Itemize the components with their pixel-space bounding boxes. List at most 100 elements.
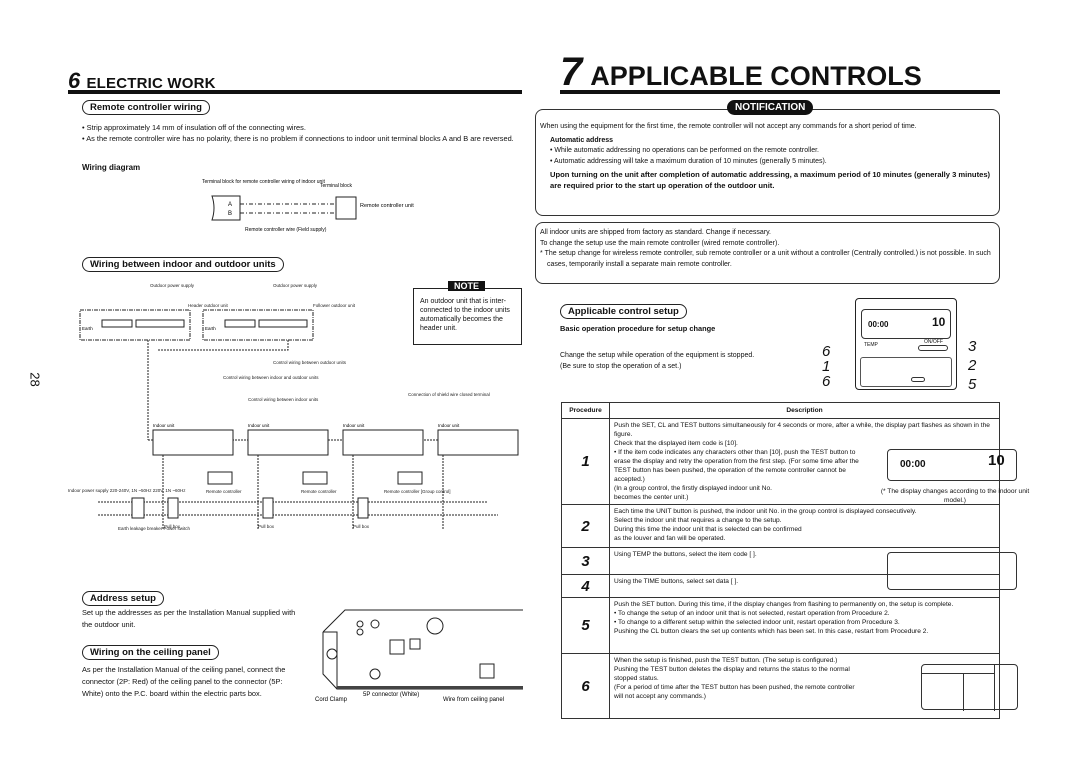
label-follower-unit: Follower outdoor unit (313, 303, 356, 308)
header-outdoor-unit (79, 309, 191, 341)
callout: 2 (968, 357, 977, 374)
callout: 6 (822, 343, 831, 360)
lcd-figure-1: 00:00 10 (887, 449, 1017, 481)
label-indoor-unit: Indoor unit (153, 423, 175, 428)
bullet: • While automatic addressing no operatio… (550, 147, 819, 154)
desc-line: • If the item code indicates any charact… (614, 449, 859, 483)
callout: 6 (822, 373, 831, 390)
indoor-terminal-block (211, 195, 241, 221)
label-pull-box: Pull box (258, 524, 275, 529)
description: Push the SET, CL and TEST buttons simult… (609, 418, 1029, 505)
onoff-label: ON/OFF (924, 339, 943, 345)
heading-wiring-indoor-outdoor: Wiring between indoor and outdoor units (82, 257, 284, 272)
lcd-code: 10 (932, 315, 946, 329)
callouts-left: 6 1 6 (822, 344, 830, 389)
table-row: 1 Push the SET, CL and TEST buttons simu… (561, 418, 1029, 505)
follower-outdoor-unit (202, 309, 314, 341)
desc-line: During this time the indoor unit that is… (614, 526, 802, 542)
procedure-number: 5 (561, 597, 610, 654)
desc-line: Push the SET button. During this time, i… (614, 601, 954, 608)
description: Each time the UNIT button is pushed, the… (609, 504, 1000, 548)
label-cord-clamp: Cord Clamp (315, 697, 348, 703)
header-procedure: Procedure (561, 402, 610, 419)
info-content: All indoor units are shipped from factor… (540, 228, 995, 270)
wiring-diagram-heading: Wiring diagram (82, 163, 141, 172)
info-line: To change the setup use the main remote … (540, 239, 780, 247)
lcd-code: 10 (988, 452, 1005, 469)
table-row: 3 Using TEMP the buttons, select the ite… (561, 547, 1017, 590)
desc-line: Pushing the TEST button deletes the disp… (614, 666, 850, 682)
bullet: • Automatic addressing will take a maxim… (550, 157, 827, 165)
display-note: (* The display changes according to the … (880, 488, 1030, 504)
description: Push the SET button. During this time, i… (609, 597, 1000, 654)
callout: 3 (968, 338, 977, 355)
rc-wiring-bullets: • Strip approximately 14 mm of insulatio… (82, 122, 522, 144)
auto-address-title: Automatic address (550, 136, 614, 144)
table-header: Procedure Description (561, 402, 1000, 419)
on-off-button[interactable] (918, 345, 948, 351)
ceiling-text: As per the Installation Manual of the ce… (82, 665, 286, 698)
description: Using TEMP the buttons, select the item … (609, 547, 1017, 590)
desc-line: Each time the UNIT button is pushed, the… (614, 508, 917, 515)
temp-label: TEMP (864, 342, 878, 348)
table-row: 2 Each time the UNIT button is pushed, t… (561, 504, 1000, 548)
label-wire: Remote controller wire (Field supply) (245, 227, 327, 233)
setup-subheading: Basic operation procedure for setup chan… (560, 324, 716, 333)
label-remote: Remote controller (206, 489, 242, 494)
note-box: NOTE An outdoor unit that is inter-conne… (413, 281, 522, 345)
desc-line: • To change to a different setup within … (614, 619, 900, 626)
lcd-time: 00:00 (868, 320, 889, 329)
remote-lcd: 00:00 10 (861, 309, 951, 339)
desc-line: Pushing the CL button clears the set up … (614, 628, 929, 635)
notification-title: NOTIFICATION (727, 100, 814, 115)
pcb-diagram: Cord Clamp 5P connector (White) Wire fro… (315, 609, 523, 703)
remote-terminal-block (335, 196, 357, 220)
callouts-right: 3 2 5 (968, 337, 976, 394)
label-ctrl-outdoor: Control wiring between outdoor units (273, 360, 347, 365)
procedure-table: Procedure Description 1 Push the SET, CL … (561, 402, 1029, 719)
desc-line: When the setup is finished, push the TES… (614, 657, 838, 664)
header-description: Description (609, 402, 1000, 419)
callout: 5 (968, 376, 977, 393)
remote-controller-figure: 00:00 10 TEMP ON/OFF (855, 298, 957, 390)
button-panel (860, 357, 952, 387)
notification-content: When using the equipment for the first t… (540, 122, 995, 191)
notification-intro: When using the equipment for the first t… (540, 123, 917, 130)
note-text: An outdoor unit that is inter-connected … (420, 298, 510, 332)
setup-line: Change the setup while operation of the … (560, 352, 755, 359)
unit-button[interactable] (911, 377, 925, 382)
bullet: • Strip approximately 14 mm of insulatio… (82, 123, 306, 132)
section-title-text: APPLICABLE CONTROLS (590, 61, 922, 91)
label-outdoor-power-2: Outdoor power supply (273, 283, 318, 288)
label-remote-group: Remote controller [Group control] (384, 489, 451, 494)
lcd-figure-2 (887, 552, 1017, 590)
procedure-number: 2 (561, 504, 610, 548)
heading-remote-controller-wiring: Remote controller wiring (82, 100, 210, 115)
table-row: 5 Push the SET button. During this time,… (561, 597, 1000, 654)
notification-bold: Upon turning on the unit after completio… (550, 170, 991, 190)
bullet: • As the remote controller wire has no p… (82, 134, 514, 143)
procedure-number: 1 (561, 418, 610, 505)
lcd-figure-blank (921, 664, 1018, 711)
label-ctrl-in-out: Control wiring between indoor and outdoo… (223, 375, 319, 380)
procedure-number: 6 (561, 653, 610, 719)
label-earth-2: Earth (205, 326, 216, 331)
section-rule (68, 90, 522, 94)
label-outdoor-power: Outdoor power supply (150, 283, 195, 288)
lcd-time: 00:00 (900, 459, 926, 470)
table-row: 6 When the setup is finished, push the T… (561, 653, 1018, 719)
label-earth: Earth (82, 326, 93, 331)
desc-line: Select the indoor unit that requires a c… (614, 517, 782, 524)
procedure-number: 3 (561, 547, 610, 575)
label-remote: Remote controller (301, 489, 337, 494)
label-tb-indoor: Terminal block for remote controller wir… (202, 179, 325, 185)
remote-wiring-diagram: Terminal block for remote controller wir… (202, 179, 414, 233)
procedure-number: 4 (561, 574, 610, 598)
label-pull-box: Pull box (353, 524, 370, 529)
info-note: * The setup change for wireless remote c… (540, 250, 991, 268)
label-indoor-unit: Indoor unit (343, 423, 365, 428)
label-indoor-unit: Indoor unit (248, 423, 270, 428)
label-shield: Connection of shield wire closed termina… (408, 392, 490, 397)
label-a: A (228, 202, 232, 208)
label-b: B (228, 211, 232, 217)
